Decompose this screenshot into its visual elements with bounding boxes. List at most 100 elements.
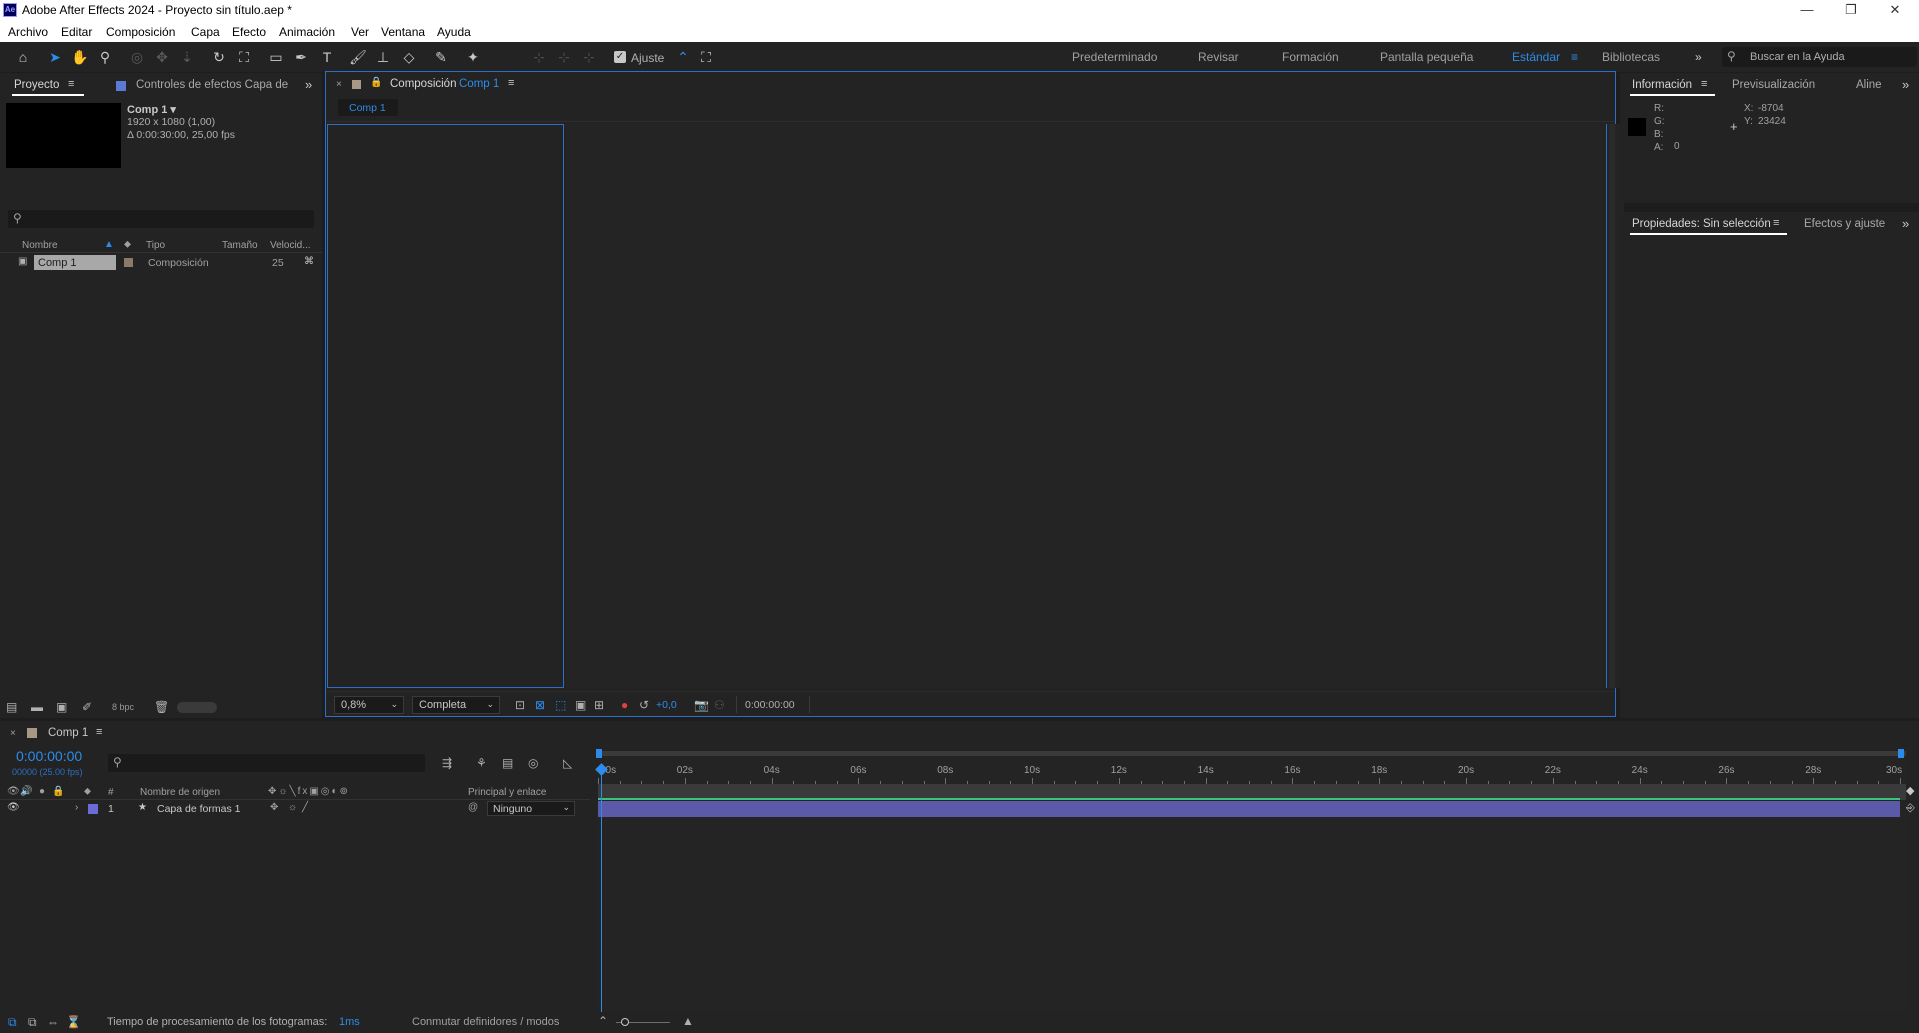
- color-channels-icon[interactable]: ●: [621, 698, 628, 712]
- panel-menu-icon[interactable]: ≡: [68, 78, 74, 90]
- column-type[interactable]: Tipo: [146, 240, 165, 251]
- fast-preview-icon[interactable]: ⊡: [515, 698, 525, 712]
- puppet-pin-icon[interactable]: ✦: [464, 48, 482, 66]
- parent-dropdown[interactable]: Ninguno ⌄: [487, 801, 575, 816]
- new-folder-icon[interactable]: ▬: [31, 700, 43, 714]
- workspace-estandar[interactable]: Estándar: [1512, 50, 1560, 64]
- reset-exposure-icon[interactable]: ↺: [639, 698, 649, 712]
- menu-ayuda[interactable]: Ayuda: [437, 25, 471, 39]
- axis-world-icon[interactable]: ⊹: [555, 48, 573, 66]
- more-panels-icon[interactable]: »: [305, 77, 312, 92]
- zoom-dropdown[interactable]: 0,8% ⌄: [334, 696, 404, 714]
- workspace-bibliotecas[interactable]: Bibliotecas: [1602, 50, 1660, 64]
- tab-preview[interactable]: Previsualización: [1732, 79, 1815, 91]
- timeline-search-input[interactable]: ⚲: [108, 754, 425, 772]
- more-panels-icon[interactable]: »: [1902, 216, 1909, 231]
- draft-3d-icon[interactable]: ⚘: [476, 756, 487, 770]
- shy-layers-icon[interactable]: ▤: [502, 756, 513, 770]
- out-point-marker-icon[interactable]: ◆: [1906, 784, 1918, 800]
- workspace-predeterminado[interactable]: Predeterminado: [1072, 50, 1157, 64]
- layer-label-swatch[interactable]: [88, 804, 98, 814]
- thumbnail-size-slider[interactable]: [177, 702, 217, 713]
- column-name[interactable]: Nombre: [22, 240, 58, 251]
- orbit-camera-icon[interactable]: ◎: [128, 48, 146, 66]
- column-speed[interactable]: Velocid...: [270, 240, 311, 251]
- column-size[interactable]: Tamaño: [222, 240, 258, 251]
- timeline-zoom-thumb[interactable]: [621, 1018, 629, 1026]
- bit-depth-label[interactable]: 8 bpc: [112, 702, 134, 712]
- workspace-pantalla-pequena[interactable]: Pantalla pequeña: [1380, 50, 1473, 64]
- axis-local-icon[interactable]: ⊹: [530, 48, 548, 66]
- clone-stamp-icon[interactable]: ⊥: [374, 48, 392, 66]
- selection-tool-icon[interactable]: ➤: [46, 48, 64, 66]
- layer-duration-bar[interactable]: [598, 801, 1900, 817]
- solo-icon[interactable]: ●: [39, 786, 45, 797]
- layer-row[interactable]: 👁 › 1 ★ Capa de formas 1 ✥ ☼ ╱ @ Ninguno…: [0, 801, 590, 817]
- transparency-grid-icon[interactable]: ⊠: [535, 698, 545, 712]
- layer-name[interactable]: Capa de formas 1: [157, 803, 240, 815]
- menu-editar[interactable]: Editar: [61, 25, 92, 39]
- menu-ver[interactable]: Ver: [351, 25, 369, 39]
- comp-info-name[interactable]: Comp 1 ▾: [127, 103, 176, 116]
- in-out-toggle-icon[interactable]: ⇔: [47, 1015, 59, 1029]
- chevron-right-icon[interactable]: ›: [75, 802, 78, 813]
- new-composition-icon[interactable]: ▣: [56, 700, 67, 714]
- keyframe-navigator-icon[interactable]: ⎆: [1906, 802, 1918, 816]
- workspace-formacion[interactable]: Formación: [1282, 50, 1339, 64]
- anchor-point-tool-icon[interactable]: ⛶: [235, 48, 253, 66]
- menu-capa[interactable]: Capa: [191, 25, 220, 39]
- exposure-value[interactable]: +0,0: [656, 699, 677, 711]
- graph-editor-icon[interactable]: ◺: [563, 756, 572, 770]
- time-ruler[interactable]: 00s 02s 04s 06s 08s 10s 12s 14s 16s 18s 20s 22s 24s 2…: [598, 756, 1906, 784]
- eraser-tool-icon[interactable]: ◇: [400, 48, 418, 66]
- project-item-name[interactable]: Comp 1: [38, 257, 77, 269]
- menu-efecto[interactable]: Efecto: [232, 25, 266, 39]
- close-panel-icon[interactable]: ×: [336, 79, 342, 90]
- panel-menu-icon[interactable]: ≡: [1773, 217, 1779, 229]
- tab-info[interactable]: Información: [1632, 79, 1692, 91]
- panel-menu-icon[interactable]: ≡: [1701, 78, 1707, 90]
- snap-checkbox[interactable]: ✓: [614, 51, 626, 63]
- tab-project[interactable]: Proyecto: [14, 79, 59, 91]
- axis-view-icon[interactable]: ⊹: [580, 48, 598, 66]
- snap-grid-icon[interactable]: ⛶: [697, 48, 715, 66]
- resolution-dropdown[interactable]: Completa ⌄: [412, 696, 500, 714]
- tab-align[interactable]: Aline: [1856, 79, 1882, 91]
- pickwhip-icon[interactable]: @: [468, 802, 478, 813]
- brush-tool-icon[interactable]: 🖌: [349, 48, 367, 66]
- playhead-line[interactable]: [601, 769, 602, 1013]
- zoom-out-icon[interactable]: ⌃: [598, 1014, 608, 1028]
- eye-icon[interactable]: 👁: [7, 786, 20, 797]
- label-column-icon[interactable]: ⬥: [124, 239, 131, 250]
- more-panels-icon[interactable]: »: [1902, 77, 1909, 92]
- audio-icon[interactable]: 🔊: [20, 786, 32, 797]
- label-column-icon[interactable]: ⬥: [84, 786, 91, 797]
- flowchart-icon[interactable]: ⌘: [304, 256, 314, 267]
- toggle-switches-modes[interactable]: Conmutar definidores / modos: [412, 1016, 559, 1028]
- tab-properties[interactable]: Propiedades: Sin selección: [1632, 218, 1771, 230]
- close-icon[interactable]: ✕: [1880, 1, 1910, 19]
- timeline-timecode[interactable]: 0:00:00:00: [16, 748, 82, 764]
- viewer-tab[interactable]: Comp 1: [338, 99, 398, 116]
- label-color-swatch[interactable]: [124, 258, 133, 267]
- pan-camera-icon[interactable]: ✥: [153, 48, 171, 66]
- layer-switches-toggle-icon[interactable]: ⧉: [8, 1015, 17, 1030]
- sort-ascending-icon[interactable]: ▲: [104, 239, 114, 250]
- hand-tool-icon[interactable]: ✋: [71, 48, 89, 66]
- timeline-tab-label[interactable]: Comp 1: [48, 727, 88, 739]
- project-search-input[interactable]: ⚲: [8, 210, 314, 228]
- eye-icon[interactable]: 👁: [7, 802, 20, 813]
- collapse-transform-icon[interactable]: ✥: [270, 802, 278, 813]
- motion-blur-icon[interactable]: ◎: [528, 756, 538, 770]
- quality-slash-icon[interactable]: ╱: [302, 802, 308, 813]
- menu-animacion[interactable]: Animación: [279, 25, 335, 39]
- rectangle-tool-icon[interactable]: ▭: [267, 48, 285, 66]
- snapshot-camera-icon[interactable]: 📷: [694, 698, 709, 712]
- zoom-in-icon[interactable]: ▲: [682, 1014, 694, 1028]
- comp-tab-name[interactable]: Comp 1: [459, 78, 499, 90]
- close-panel-icon[interactable]: ×: [10, 728, 16, 739]
- comp-tab-label[interactable]: Composición: [390, 78, 456, 90]
- menu-composicion[interactable]: Composición: [106, 25, 175, 39]
- restore-icon[interactable]: ❐: [1836, 1, 1866, 19]
- minimize-icon[interactable]: —: [1792, 1, 1822, 19]
